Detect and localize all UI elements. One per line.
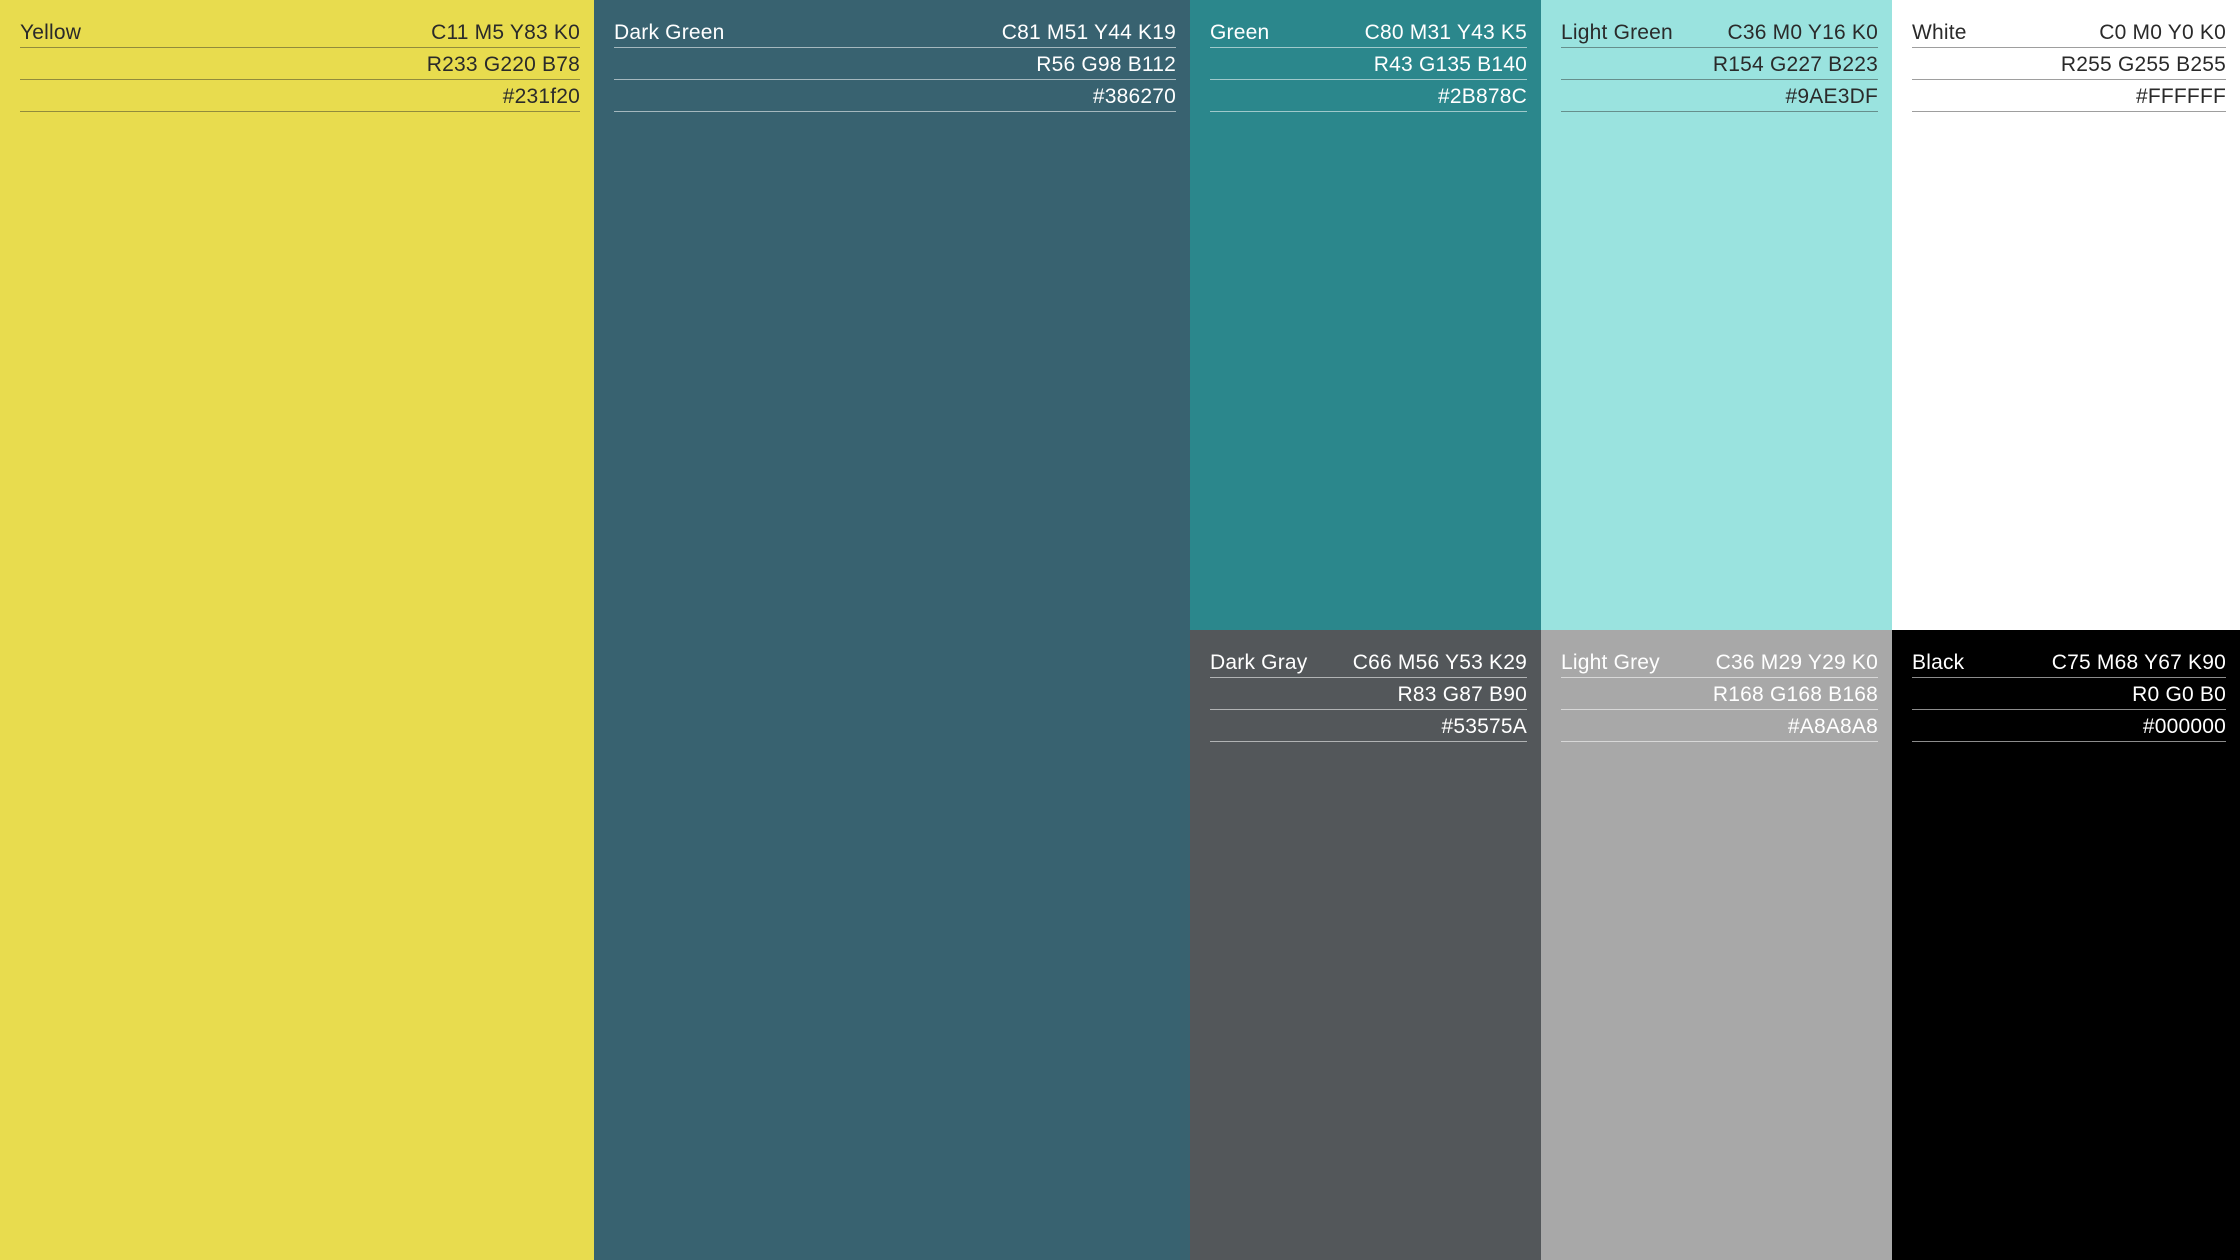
swatch-cmyk: C81 M51 Y44 K19 xyxy=(1001,21,1176,44)
swatch-yellow: Yellow C11 M5 Y83 K0 R233 G220 B78 #231f… xyxy=(0,0,594,1260)
swatch-hex: #FFFFFF xyxy=(2135,85,2226,108)
swatch-cmyk: C36 M0 Y16 K0 xyxy=(1727,21,1878,44)
swatch-row-hex: #A8A8A8 xyxy=(1561,710,1878,742)
swatch-row-rgb: R0 G0 B0 xyxy=(1912,678,2226,710)
swatch-row-rgb: R168 G168 B168 xyxy=(1561,678,1878,710)
swatch-row-hex: #53575A xyxy=(1210,710,1527,742)
swatch-row-hex: #231f20 xyxy=(20,80,580,112)
swatch-hex: #386270 xyxy=(1092,85,1176,108)
swatch-name: White xyxy=(1912,21,1967,44)
swatch-row-hex: #9AE3DF xyxy=(1561,80,1878,112)
swatch-cmyk: C0 M0 Y0 K0 xyxy=(2099,21,2226,44)
swatch-row-hex: #2B878C xyxy=(1210,80,1527,112)
swatch-dark-green: Dark Green C81 M51 Y44 K19 R56 G98 B112 … xyxy=(594,0,1190,1260)
swatch-rgb: R168 G168 B168 xyxy=(1712,683,1878,706)
swatch-row-rgb: R43 G135 B140 xyxy=(1210,48,1527,80)
swatch-row-cmyk: Black C75 M68 Y67 K90 xyxy=(1912,646,2226,678)
swatch-row-rgb: R83 G87 B90 xyxy=(1210,678,1527,710)
swatch-cmyk: C66 M56 Y53 K29 xyxy=(1352,651,1527,674)
swatch-name: Green xyxy=(1210,21,1270,44)
swatch-dark-gray: Dark Gray C66 M56 Y53 K29 R83 G87 B90 #5… xyxy=(1190,630,1541,1260)
swatch-light-grey: Light Grey C36 M29 Y29 K0 R168 G168 B168… xyxy=(1541,630,1892,1260)
swatch-row-cmyk: Dark Green C81 M51 Y44 K19 xyxy=(614,16,1176,48)
swatch-green: Green C80 M31 Y43 K5 R43 G135 B140 #2B87… xyxy=(1190,0,1541,630)
color-palette: Yellow C11 M5 Y83 K0 R233 G220 B78 #231f… xyxy=(0,0,2240,1260)
swatch-row-cmyk: White C0 M0 Y0 K0 xyxy=(1912,16,2226,48)
swatch-white: White C0 M0 Y0 K0 R255 G255 B255 #FFFFFF xyxy=(1892,0,2240,630)
swatch-black: Black C75 M68 Y67 K90 R0 G0 B0 #000000 xyxy=(1892,630,2240,1260)
swatch-rgb: R233 G220 B78 xyxy=(426,53,580,76)
swatch-row-cmyk: Dark Gray C66 M56 Y53 K29 xyxy=(1210,646,1527,678)
swatch-name: Light Grey xyxy=(1561,651,1660,674)
swatch-rgb: R56 G98 B112 xyxy=(1036,53,1176,76)
swatch-row-hex: #FFFFFF xyxy=(1912,80,2226,112)
swatch-row-cmyk: Light Green C36 M0 Y16 K0 xyxy=(1561,16,1878,48)
swatch-hex: #2B878C xyxy=(1438,85,1527,108)
swatch-cmyk: C80 M31 Y43 K5 xyxy=(1364,21,1527,44)
swatch-name: Black xyxy=(1912,651,1965,674)
swatch-name: Yellow xyxy=(20,21,82,44)
swatch-row-cmyk: Green C80 M31 Y43 K5 xyxy=(1210,16,1527,48)
swatch-cmyk: C11 M5 Y83 K0 xyxy=(431,21,580,44)
swatch-hex: #231f20 xyxy=(502,85,580,108)
swatch-row-rgb: R154 G227 B223 xyxy=(1561,48,1878,80)
swatch-row-rgb: R56 G98 B112 xyxy=(614,48,1176,80)
swatch-row-cmyk: Yellow C11 M5 Y83 K0 xyxy=(20,16,580,48)
swatch-row-rgb: R233 G220 B78 xyxy=(20,48,580,80)
swatch-name: Dark Gray xyxy=(1210,651,1308,674)
swatch-row-rgb: R255 G255 B255 xyxy=(1912,48,2226,80)
swatch-hex: #000000 xyxy=(2142,715,2226,738)
swatch-rgb: R0 G0 B0 xyxy=(2132,683,2226,706)
swatch-light-green: Light Green C36 M0 Y16 K0 R154 G227 B223… xyxy=(1541,0,1892,630)
swatch-cmyk: C75 M68 Y67 K90 xyxy=(2051,651,2226,674)
swatch-rgb: R43 G135 B140 xyxy=(1373,53,1527,76)
swatch-row-hex: #386270 xyxy=(614,80,1176,112)
swatch-hex: #9AE3DF xyxy=(1785,85,1878,108)
swatch-rgb: R255 G255 B255 xyxy=(2060,53,2226,76)
swatch-row-hex: #000000 xyxy=(1912,710,2226,742)
swatch-hex: #53575A xyxy=(1441,715,1527,738)
swatch-rgb: R154 G227 B223 xyxy=(1712,53,1878,76)
swatch-name: Light Green xyxy=(1561,21,1673,44)
swatch-row-cmyk: Light Grey C36 M29 Y29 K0 xyxy=(1561,646,1878,678)
swatch-cmyk: C36 M29 Y29 K0 xyxy=(1715,651,1878,674)
swatch-rgb: R83 G87 B90 xyxy=(1397,683,1527,706)
swatch-name: Dark Green xyxy=(614,21,725,44)
swatch-hex: #A8A8A8 xyxy=(1787,715,1878,738)
